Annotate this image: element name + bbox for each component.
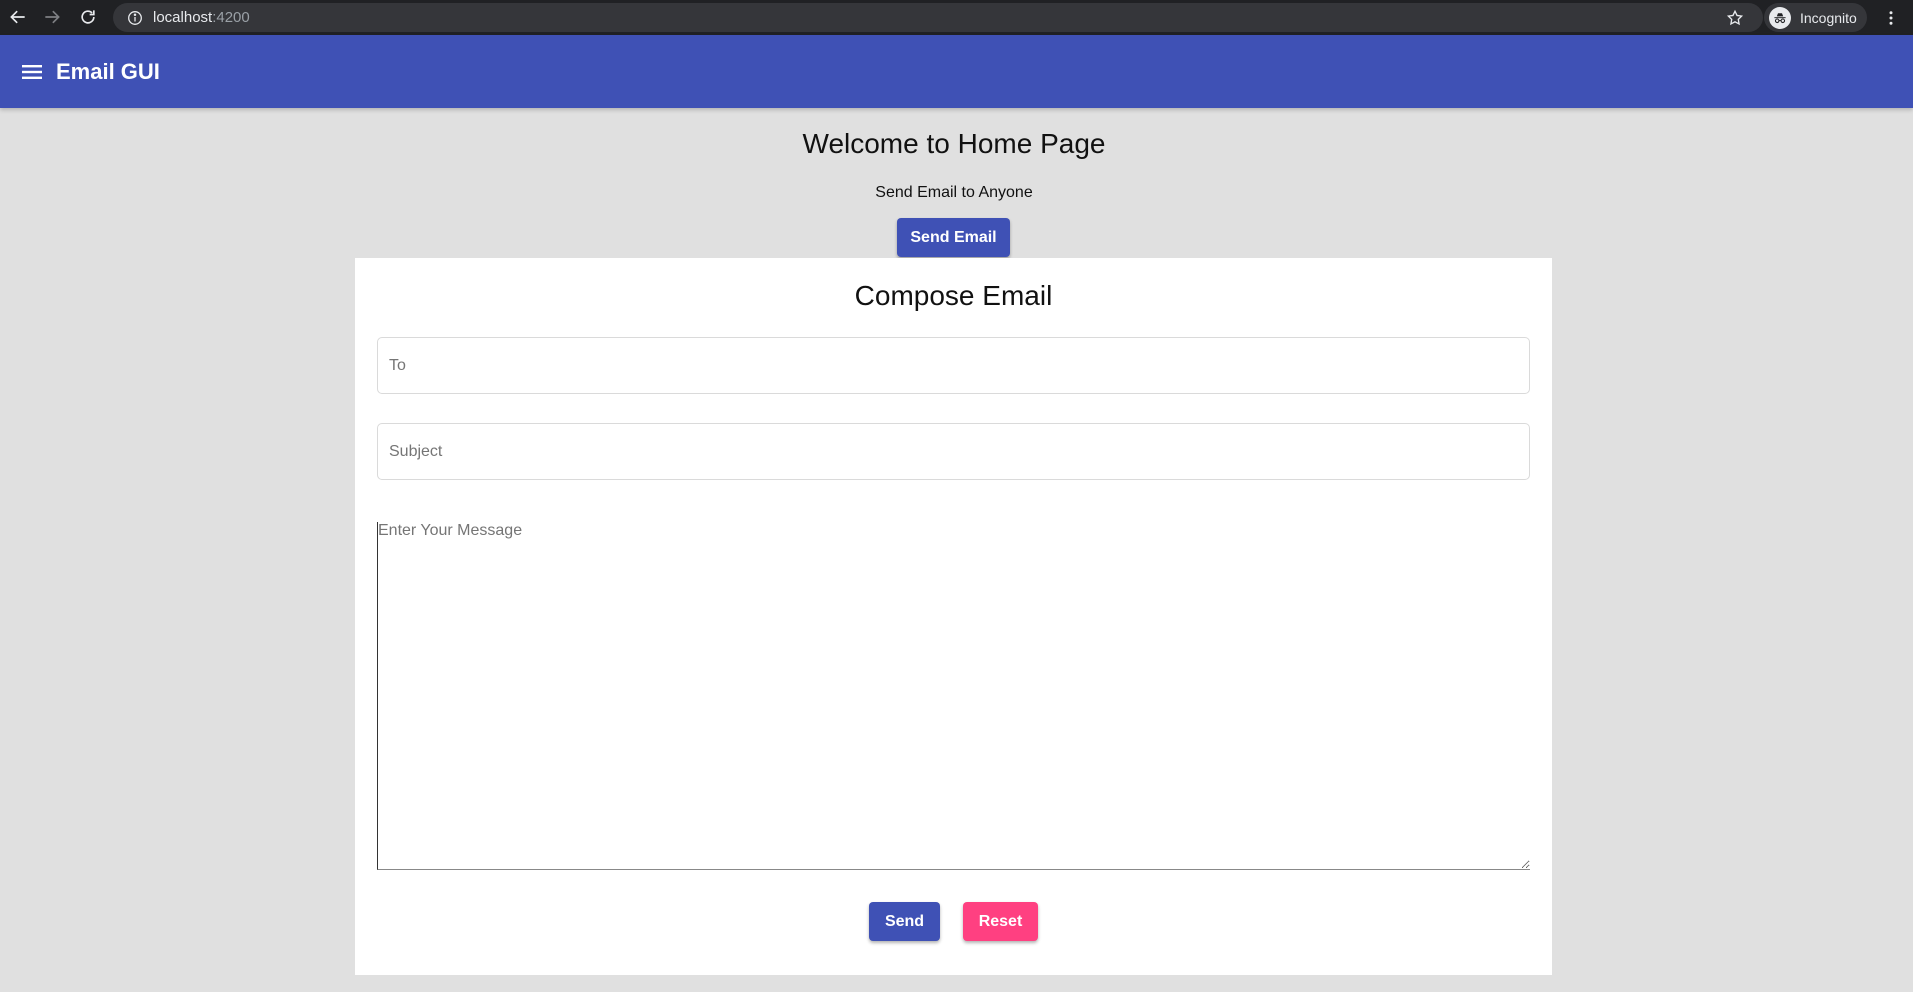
app-title: Email GUI	[56, 58, 160, 84]
page-subtitle: Send Email to Anyone	[875, 184, 1033, 201]
send-email-button[interactable]: Send Email	[897, 218, 1010, 257]
page-title: Welcome to Home Page	[802, 128, 1106, 159]
bookmark-star-icon[interactable]	[1722, 5, 1748, 31]
browser-bar: localhost :4200 Incognito	[0, 0, 1913, 35]
to-input[interactable]	[377, 337, 1530, 394]
incognito-badge[interactable]: Incognito	[1764, 3, 1867, 32]
address-bar[interactable]: localhost :4200	[113, 3, 1763, 32]
compose-email-card: Compose Email Send Reset	[355, 258, 1552, 975]
app-toolbar: Email GUI	[0, 35, 1913, 108]
reset-button[interactable]: Reset	[963, 902, 1038, 941]
subject-input[interactable]	[377, 423, 1530, 480]
url-port: :4200	[212, 9, 250, 26]
compose-title: Compose Email	[854, 280, 1053, 311]
incognito-label: Incognito	[1800, 9, 1857, 26]
info-icon[interactable]	[127, 10, 143, 26]
more-vert-icon[interactable]	[1876, 3, 1906, 32]
url-host: localhost	[153, 9, 213, 26]
back-arrow-icon[interactable]	[0, 2, 36, 32]
send-button[interactable]: Send	[869, 902, 940, 941]
forward-arrow-icon[interactable]	[34, 2, 70, 32]
message-textarea[interactable]	[377, 522, 1530, 870]
incognito-icon	[1769, 6, 1791, 29]
hamburger-menu-icon[interactable]	[20, 59, 46, 85]
reload-icon[interactable]	[70, 2, 106, 32]
